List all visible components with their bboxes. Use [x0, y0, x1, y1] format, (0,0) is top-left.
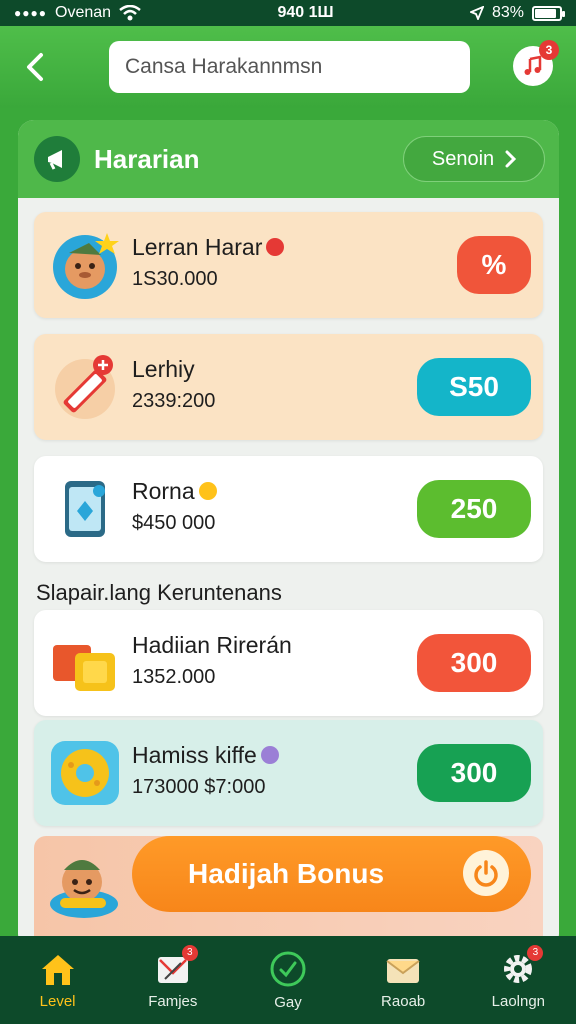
card-name: Rorna: [132, 478, 217, 505]
nav-item-level[interactable]: Level: [3, 951, 113, 1010]
nav-label: Level: [39, 992, 76, 1010]
panel-header: Hararian Senoin: [18, 120, 559, 198]
circle-badge-icon: [260, 745, 279, 764]
clock: 940 1Ш: [277, 4, 334, 21]
card-value: 173000 $7:000: [132, 776, 266, 798]
chevron-right-icon: [505, 150, 517, 168]
tablet-thumbnail: [48, 472, 122, 546]
card-name: Hadiian Rirerán: [132, 632, 292, 658]
battery-percent: 83%: [491, 4, 524, 21]
status-left: ●●●● Ovenan: [14, 4, 141, 22]
card-name: Hamiss kiffe: [132, 742, 279, 769]
smiley-badge-icon: [198, 481, 217, 500]
home-icon: [41, 954, 74, 985]
section-title: Slapair.lang Keruntenans: [36, 580, 282, 605]
nav-label: Famjes: [148, 992, 198, 1010]
bonus-strip: Hadijah Bonus: [34, 836, 543, 946]
nav-label: Laolngn: [491, 992, 546, 1010]
reward-card[interactable]: Lerran Harar 1S30.000 %: [34, 212, 543, 318]
card-action-button[interactable]: %: [457, 236, 531, 294]
wifi-icon: [119, 5, 141, 21]
bonus-label: Hadijah Bonus: [188, 858, 385, 889]
card-action-button[interactable]: 300: [417, 744, 531, 802]
status-bar: ●●●● Ovenan 940 1Ш 83%: [0, 0, 576, 26]
reward-card[interactable]: Lerhiy 2339:200 S50: [34, 334, 543, 440]
nav-item-famjes[interactable]: 3 Famjes: [118, 944, 228, 1010]
carrier-name: Ovenan: [55, 4, 112, 21]
signal-icon: ●●●●: [14, 6, 47, 20]
character-thumbnail: [48, 228, 122, 302]
nav-label: Raoab: [381, 992, 426, 1010]
battery-icon: [531, 5, 565, 21]
see-all-label: Senoin: [431, 147, 495, 170]
back-button[interactable]: [18, 48, 52, 86]
location-icon: [469, 6, 484, 20]
top-bar: Cansa Harakannmsn 3: [0, 26, 576, 108]
card-name: Lerran Harar: [132, 234, 285, 261]
nav-item-raoab[interactable]: Raoab: [348, 951, 458, 1010]
nav-item-gay[interactable]: Gay: [233, 950, 343, 1011]
nav-badge: 3: [527, 944, 544, 961]
music-note-icon: [524, 55, 542, 75]
bottom-nav: Level 3 Famjes Gay Raoab 3 Laolngn: [0, 936, 576, 1024]
nav-item-laolngn[interactable]: 3 Laolngn: [463, 944, 573, 1010]
card-action-button[interactable]: 300: [417, 634, 531, 692]
chevron-left-icon: [27, 53, 43, 81]
envelope-icon: [386, 958, 420, 983]
reward-card[interactable]: Hadiian Rirerán 1352.000 300: [34, 610, 543, 716]
gift-box-thumbnail: [48, 626, 122, 700]
card-value: 1S30.000: [132, 268, 218, 290]
mascot-icon: [50, 860, 118, 918]
search-placeholder: Cansa Harakannmsn: [125, 55, 323, 78]
card-value: $450 000: [132, 512, 216, 534]
search-input[interactable]: Cansa Harakannmsn: [109, 41, 470, 93]
check-circle-icon: [270, 951, 306, 986]
panel-title: Hararian: [94, 143, 200, 174]
nav-badge: 3: [181, 944, 198, 961]
card-name: Lerhiy: [132, 356, 195, 382]
ticket-thumbnail: [48, 350, 122, 424]
megaphone-icon: [34, 136, 80, 182]
bonus-button[interactable]: Hadijah Bonus: [132, 836, 531, 912]
reward-card[interactable]: Rorna $450 000 250: [34, 456, 543, 562]
status-right: 83%: [469, 4, 565, 22]
reward-card[interactable]: Hamiss kiffe 173000 $7:000 300: [34, 720, 543, 826]
card-value: 2339:200: [132, 390, 216, 412]
donut-thumbnail: [48, 736, 122, 810]
notification-badge: 3: [539, 40, 559, 60]
heart-badge-icon: [266, 237, 285, 256]
card-action-button[interactable]: 250: [417, 480, 531, 538]
see-all-button[interactable]: Senoin: [403, 136, 545, 182]
card-value: 1352.000: [132, 666, 216, 688]
rewards-panel: Hararian Senoin Lerran Harar 1S30.000 %: [18, 120, 559, 950]
power-icon: [463, 850, 509, 896]
notification-button[interactable]: 3: [513, 40, 559, 86]
card-action-button[interactable]: S50: [417, 358, 531, 416]
nav-label: Gay: [274, 993, 302, 1011]
